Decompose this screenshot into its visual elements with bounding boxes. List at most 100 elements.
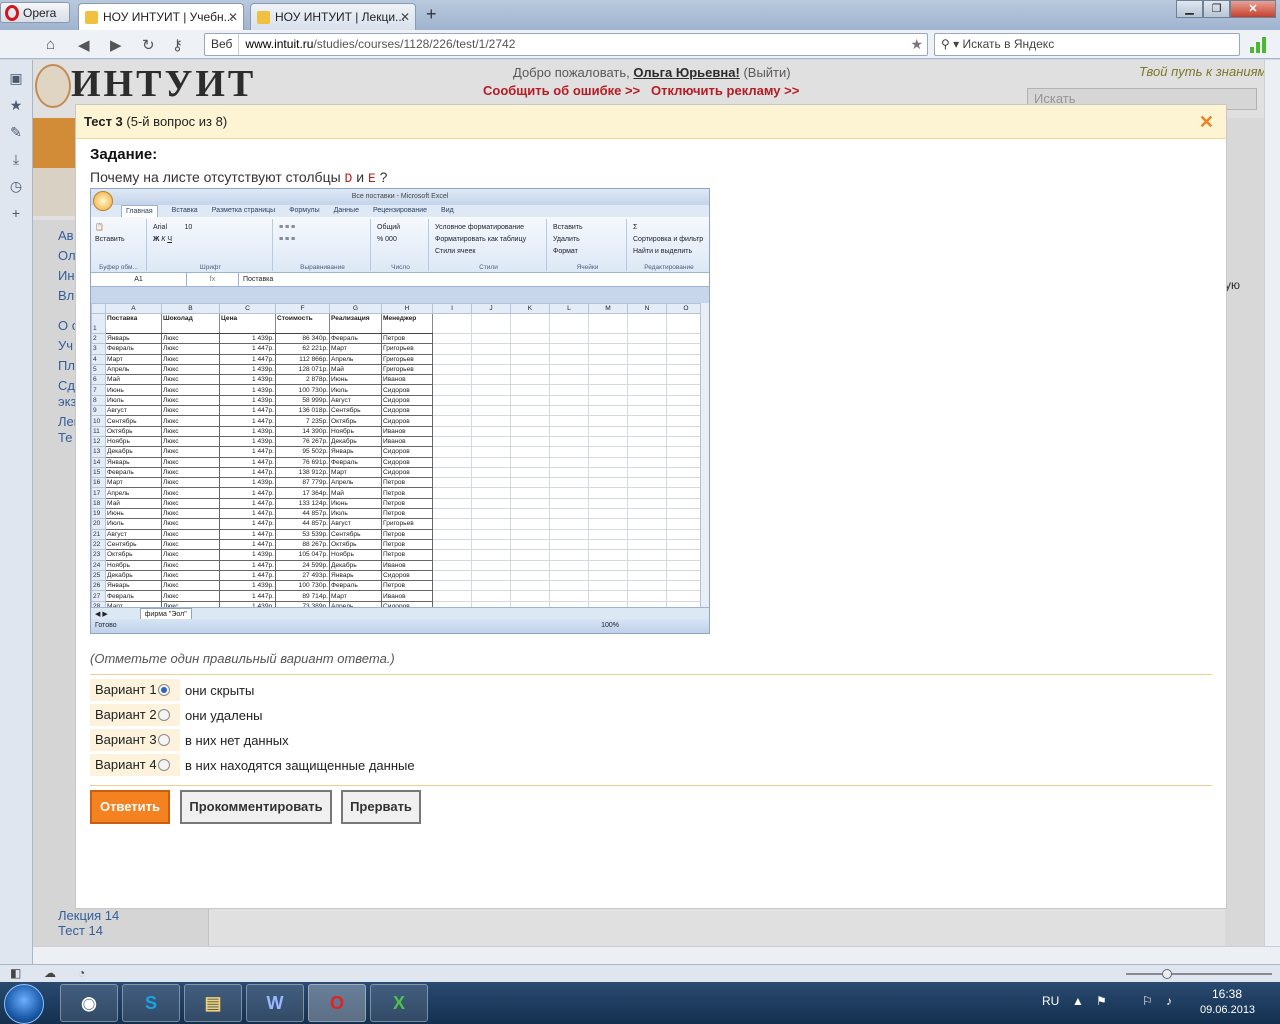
maximize-icon[interactable]: ❐ — [1203, 0, 1230, 18]
clock-date[interactable]: 09.06.2013 — [1200, 1004, 1255, 1016]
variant-1-text[interactable]: они скрыты — [185, 683, 254, 698]
address-bar[interactable]: Веб www.intuit.ru/studies/courses/1128/2… — [204, 33, 928, 56]
volume-icon[interactable]: ♪ — [1166, 994, 1172, 1008]
speed-dial-icon[interactable]: ▣ — [0, 70, 32, 87]
skype-taskbar-icon[interactable]: S — [122, 984, 180, 1022]
answer-button[interactable]: Ответить — [90, 790, 170, 824]
close-icon[interactable]: ✕ — [1199, 112, 1214, 133]
reload-icon[interactable]: ↻ — [142, 36, 155, 54]
empty-cell — [588, 332, 628, 345]
variant-2-text[interactable]: они удалены — [185, 708, 263, 723]
empty-cell — [588, 425, 628, 437]
new-tab-icon[interactable]: + — [426, 4, 437, 25]
page-horizontal-scrollbar[interactable] — [33, 946, 1280, 964]
empty-cell — [432, 405, 472, 417]
history-icon[interactable]: ◷ — [0, 178, 32, 195]
browser-tab-strip: Opera НОУ ИНТУИТ | Учебн... ✕ НОУ ИНТУИТ… — [0, 0, 1280, 30]
add-panel-icon[interactable]: + — [0, 205, 32, 222]
group-label: Число — [391, 264, 410, 271]
tray-action-icon[interactable]: ⚐ — [1142, 994, 1153, 1008]
window-close-icon[interactable]: ✕ — [1230, 0, 1276, 18]
data-cell: Февраль — [105, 343, 162, 355]
minimize-icon[interactable]: ▁ — [1176, 0, 1203, 18]
row-header: 15 — [91, 466, 106, 479]
variant-4-radio[interactable] — [158, 759, 170, 771]
data-cell: Люкс — [161, 528, 220, 540]
chrome-taskbar-icon[interactable]: ◉ — [60, 984, 118, 1022]
variant-2-radio[interactable] — [158, 709, 170, 721]
variant-3-radio[interactable] — [158, 734, 170, 746]
column-header: C — [219, 303, 276, 314]
data-cell: 1 447р. — [219, 528, 276, 540]
empty-cell — [588, 466, 628, 479]
bookmarks-icon[interactable]: ★ — [0, 97, 32, 114]
data-cell: Декабрь — [329, 559, 382, 571]
column-header: K — [510, 303, 550, 314]
language-indicator[interactable]: RU — [1042, 994, 1059, 1008]
variant-3-label[interactable]: Вариант 3 — [90, 729, 180, 751]
opera-unite-icon[interactable]: ☁ — [44, 966, 56, 980]
downloads-icon[interactable]: ⤓ — [0, 151, 32, 168]
data-cell: 105 047р. — [275, 549, 330, 561]
data-cell: Сидоров — [381, 394, 433, 407]
row-header: 13 — [91, 446, 106, 458]
clock-time[interactable]: 16:38 — [1212, 987, 1242, 1001]
empty-cell — [510, 425, 550, 437]
empty-cell — [588, 518, 628, 530]
tab-close-icon[interactable]: ✕ — [228, 10, 238, 24]
opera-taskbar-icon[interactable]: O — [308, 984, 366, 1022]
home-icon[interactable]: ⌂ — [46, 36, 55, 53]
tab-intuit-lecture[interactable]: НОУ ИНТУИТ | Лекци... ✕ — [250, 3, 416, 30]
data-cell: Март — [329, 343, 382, 355]
data-cell: 44 857р. — [275, 518, 330, 530]
abort-button[interactable]: Прервать — [341, 790, 421, 824]
word-taskbar-icon[interactable]: W — [246, 984, 304, 1022]
panel-toggle-icon[interactable]: ◧ — [10, 966, 21, 980]
empty-cell — [549, 332, 589, 345]
tray-network-icon[interactable]: ⚑ — [1096, 994, 1107, 1008]
tray-arrow-icon[interactable]: ▲ — [1072, 994, 1084, 1008]
tab-close-icon[interactable]: ✕ — [400, 10, 410, 24]
back-icon[interactable]: ◀ — [78, 36, 90, 54]
tab-intuit-course[interactable]: НОУ ИНТУИТ | Учебн... ✕ — [78, 3, 244, 30]
empty-cell — [432, 590, 472, 602]
opera-menu-button[interactable]: Opera — [0, 2, 70, 23]
data-cell: Григорьев — [381, 343, 433, 355]
variant-4-text[interactable]: в них находятся защищенные данные — [185, 758, 415, 773]
notes-icon[interactable]: ✎ — [0, 124, 32, 141]
empty-cell — [627, 446, 667, 458]
empty-cell — [549, 374, 589, 386]
key-icon[interactable]: ⚷ — [172, 36, 183, 54]
comment-button[interactable]: Прокомментировать — [180, 790, 332, 824]
empty-cell — [549, 538, 589, 551]
data-cell: Июль — [105, 518, 162, 530]
data-cell: 1 439р. — [219, 374, 276, 386]
data-cell: Люкс — [161, 590, 220, 602]
empty-cell — [471, 394, 511, 407]
turbo-icon[interactable]: ◔ — [78, 966, 85, 980]
page-vertical-scrollbar[interactable] — [1264, 60, 1280, 946]
row-header: 4 — [91, 353, 106, 365]
bookmark-star-icon[interactable]: ★ — [910, 34, 923, 55]
empty-cell — [627, 394, 667, 407]
variant-3-text[interactable]: в них нет данных — [185, 733, 289, 748]
forward-icon[interactable]: ▶ — [110, 36, 122, 54]
excel-taskbar-icon[interactable]: X — [370, 984, 428, 1022]
variant-4-label[interactable]: Вариант 4 — [90, 754, 180, 776]
variant-2-label[interactable]: Вариант 2 — [90, 704, 180, 726]
variant-1-label[interactable]: Вариант 1 — [90, 679, 180, 701]
data-cell: 1 447р. — [219, 559, 276, 571]
column-header: M — [588, 303, 628, 314]
empty-cell — [588, 446, 628, 458]
empty-cell — [510, 497, 550, 510]
zoom-slider[interactable] — [1126, 973, 1272, 975]
variant-1-radio[interactable] — [158, 684, 170, 696]
data-cell: Октябрь — [105, 425, 162, 437]
row-header: 7 — [91, 384, 106, 396]
empty-cell — [627, 405, 667, 417]
browser-search-input[interactable]: ⚲ ▾ Искать в Яндекс — [934, 33, 1240, 56]
explorer-taskbar-icon[interactable]: ▤ — [184, 984, 242, 1022]
start-button[interactable] — [4, 984, 44, 1024]
zoom-slider-knob[interactable] — [1162, 969, 1172, 979]
data-cell: Петров — [381, 549, 433, 561]
